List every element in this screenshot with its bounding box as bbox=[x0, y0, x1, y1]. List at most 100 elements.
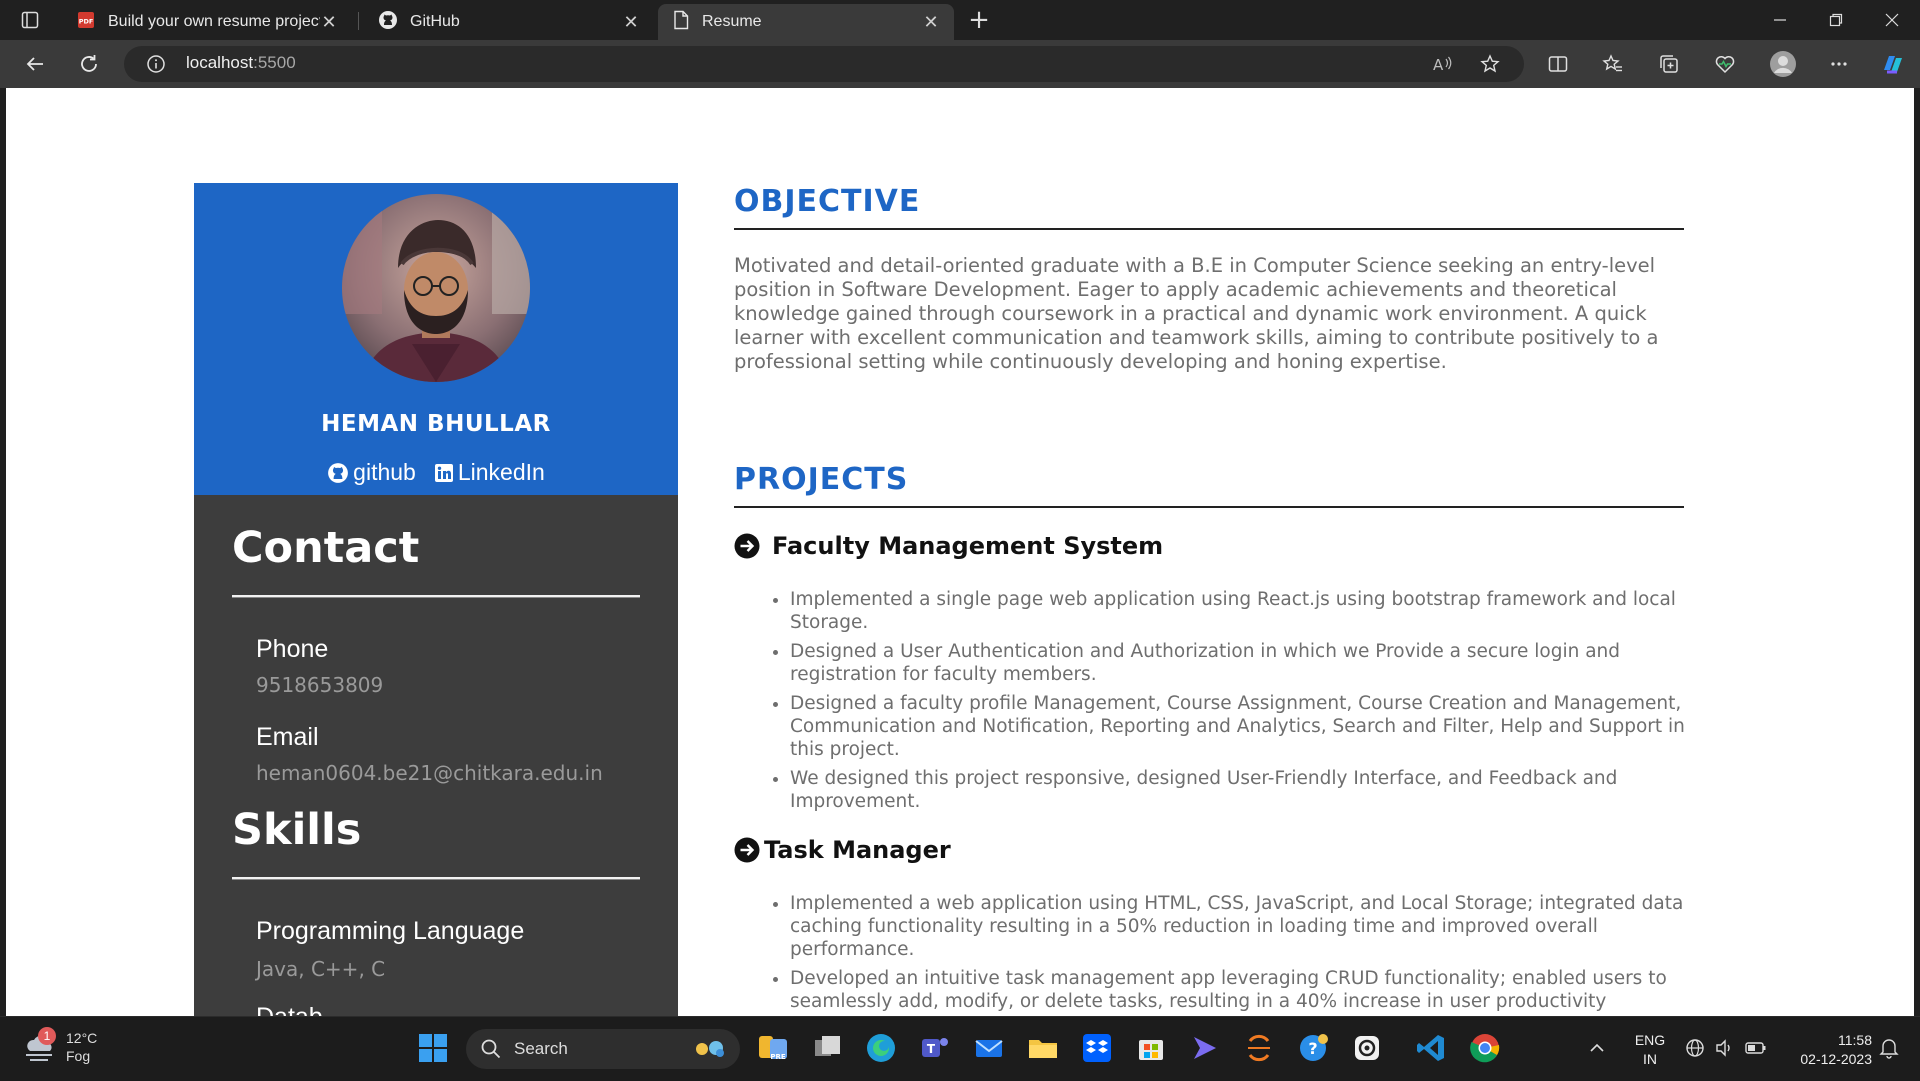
weather-desc: Fog bbox=[66, 1048, 91, 1064]
clock-time: 11:58 bbox=[1838, 1032, 1872, 1048]
restore-button[interactable] bbox=[1808, 0, 1864, 40]
site-info-icon[interactable] bbox=[146, 54, 166, 78]
url-text[interactable]: localhost:5500 bbox=[186, 53, 296, 73]
edge-beta-app-icon[interactable] bbox=[864, 1031, 898, 1065]
split-screen-button[interactable] bbox=[1541, 48, 1575, 80]
split-screen-icon bbox=[1548, 56, 1568, 72]
resume-sidebar: HEMAN BHULLAR github LinkedIn Contact Ph… bbox=[194, 183, 678, 1016]
show-hidden-icons-chevron-icon[interactable] bbox=[1584, 1035, 1610, 1061]
profile-name: HEMAN BHULLAR bbox=[321, 411, 551, 437]
battery-icon bbox=[1745, 1042, 1766, 1054]
projects-heading: PROJECTS bbox=[734, 462, 909, 497]
project-title: Faculty Management System bbox=[734, 532, 1163, 560]
back-button[interactable] bbox=[18, 48, 52, 80]
browser-essentials-button[interactable] bbox=[1708, 48, 1742, 80]
github-link[interactable]: github bbox=[327, 459, 416, 486]
list-item: We designed this project responsive, des… bbox=[790, 767, 1690, 813]
tab-actions-icon[interactable] bbox=[10, 8, 50, 32]
more-options-button[interactable] bbox=[1822, 48, 1856, 80]
close-window-button[interactable] bbox=[1864, 0, 1920, 40]
photo-app-icon[interactable] bbox=[1350, 1031, 1384, 1065]
profile-links: github LinkedIn bbox=[194, 459, 678, 486]
search-icon bbox=[481, 1039, 501, 1059]
skill-label: Programming Language bbox=[256, 917, 525, 945]
github-link-label: github bbox=[353, 459, 416, 485]
file-explorer-icon[interactable] bbox=[1026, 1031, 1060, 1065]
close-tab-icon[interactable]: ✕ bbox=[622, 12, 640, 33]
close-tab-icon[interactable]: ✕ bbox=[320, 12, 338, 33]
tab-resume[interactable]: Resume ✕ bbox=[658, 4, 954, 40]
new-tab-button[interactable]: + bbox=[964, 6, 994, 34]
url-port: :5500 bbox=[253, 53, 296, 72]
windows-taskbar: 1 12°C Fog Search PRE T ? ENG IN 11:58 0… bbox=[0, 1016, 1920, 1081]
page-viewport[interactable]: HEMAN BHULLAR github LinkedIn Contact Ph… bbox=[6, 88, 1914, 1016]
close-tab-icon[interactable]: ✕ bbox=[922, 12, 940, 33]
profile-photo bbox=[342, 194, 530, 382]
list-item: Developed an intuitive task management a… bbox=[790, 967, 1690, 1013]
tab-github[interactable]: GitHub ✕ bbox=[364, 4, 654, 40]
volume-icon bbox=[1716, 1039, 1730, 1057]
clock-date: 02-12-2023 bbox=[1800, 1051, 1872, 1067]
notifications-bell-icon[interactable] bbox=[1876, 1035, 1902, 1061]
email-value: heman0604.be21@chitkara.edu.in bbox=[256, 761, 603, 785]
windows-logo-icon bbox=[419, 1034, 447, 1062]
favorites-icon bbox=[1602, 54, 1622, 72]
eclipse-app-icon[interactable] bbox=[1242, 1031, 1276, 1065]
more-dots-icon bbox=[1831, 62, 1847, 66]
dropbox-app-icon[interactable] bbox=[1080, 1031, 1114, 1065]
svg-text:A: A bbox=[1433, 56, 1444, 74]
system-tray-icons[interactable] bbox=[1684, 1035, 1774, 1061]
language-indicator[interactable]: ENG IN bbox=[1628, 1031, 1672, 1069]
browser-toolbar: localhost:5500 A bbox=[0, 40, 1920, 88]
heart-pulse-icon bbox=[1715, 56, 1735, 74]
tab-resume-pdf[interactable]: PDF Build your own resume project.p ✕ bbox=[62, 4, 352, 40]
list-item: Implemented a single page web applicatio… bbox=[790, 588, 1690, 634]
tab-separator bbox=[358, 12, 359, 30]
linkedin-icon bbox=[434, 463, 453, 482]
chrome-app-icon[interactable] bbox=[1468, 1031, 1502, 1065]
svg-text:PDF: PDF bbox=[79, 17, 94, 25]
svg-text:?: ? bbox=[1308, 1039, 1317, 1058]
collections-button[interactable] bbox=[1652, 48, 1686, 80]
tab-label: GitHub bbox=[410, 13, 460, 30]
language-top: ENG bbox=[1634, 1032, 1666, 1048]
weather-widget[interactable]: 1 12°C Fog bbox=[22, 1027, 98, 1065]
microsoft-store-icon[interactable] bbox=[1134, 1031, 1168, 1065]
github-icon bbox=[378, 10, 398, 35]
mail-app-icon[interactable] bbox=[972, 1031, 1006, 1065]
address-bar[interactable]: localhost:5500 A bbox=[124, 46, 1524, 82]
vscode-app-icon[interactable] bbox=[1414, 1031, 1448, 1065]
favorite-star-icon[interactable] bbox=[1480, 54, 1500, 78]
language-bottom: IN bbox=[1643, 1051, 1657, 1067]
start-button[interactable] bbox=[416, 1031, 450, 1065]
objective-text: Motivated and detail-oriented graduate w… bbox=[734, 254, 1659, 373]
widgets-app-icon[interactable]: PRE bbox=[756, 1031, 790, 1065]
clock[interactable]: 11:58 02-12-2023 bbox=[1780, 1031, 1872, 1069]
profile-button[interactable] bbox=[1766, 48, 1800, 80]
phone-value: 9518653809 bbox=[256, 673, 384, 697]
task-view-icon[interactable] bbox=[810, 1031, 844, 1065]
teams-app-icon[interactable]: T bbox=[918, 1031, 952, 1065]
linkedin-link-label: LinkedIn bbox=[457, 459, 545, 485]
skills-heading: Skills bbox=[232, 805, 362, 855]
help-app-icon[interactable]: ? bbox=[1296, 1031, 1330, 1065]
minimize-button[interactable] bbox=[1752, 0, 1808, 40]
power-automate-icon[interactable] bbox=[1188, 1031, 1222, 1065]
skills-divider bbox=[232, 877, 640, 880]
refresh-button[interactable] bbox=[72, 48, 106, 80]
page-icon bbox=[672, 10, 690, 35]
taskbar-search[interactable]: Search bbox=[466, 1029, 740, 1069]
phone-label: Phone bbox=[256, 635, 329, 663]
read-aloud-icon[interactable]: A bbox=[1432, 54, 1454, 78]
back-arrow-icon bbox=[26, 57, 43, 71]
refresh-icon bbox=[81, 55, 97, 72]
copilot-button[interactable] bbox=[1876, 48, 1910, 80]
linkedin-link[interactable]: LinkedIn bbox=[434, 459, 545, 486]
weather-temp: 12°C bbox=[66, 1030, 98, 1046]
email-label: Email bbox=[256, 723, 319, 751]
project-bullets: Implemented a web application using HTML… bbox=[734, 892, 1690, 1016]
network-globe-icon bbox=[1686, 1039, 1704, 1057]
favorites-button[interactable] bbox=[1596, 48, 1630, 80]
github-icon bbox=[328, 462, 349, 483]
skill-label: Datab bbox=[256, 1003, 323, 1016]
